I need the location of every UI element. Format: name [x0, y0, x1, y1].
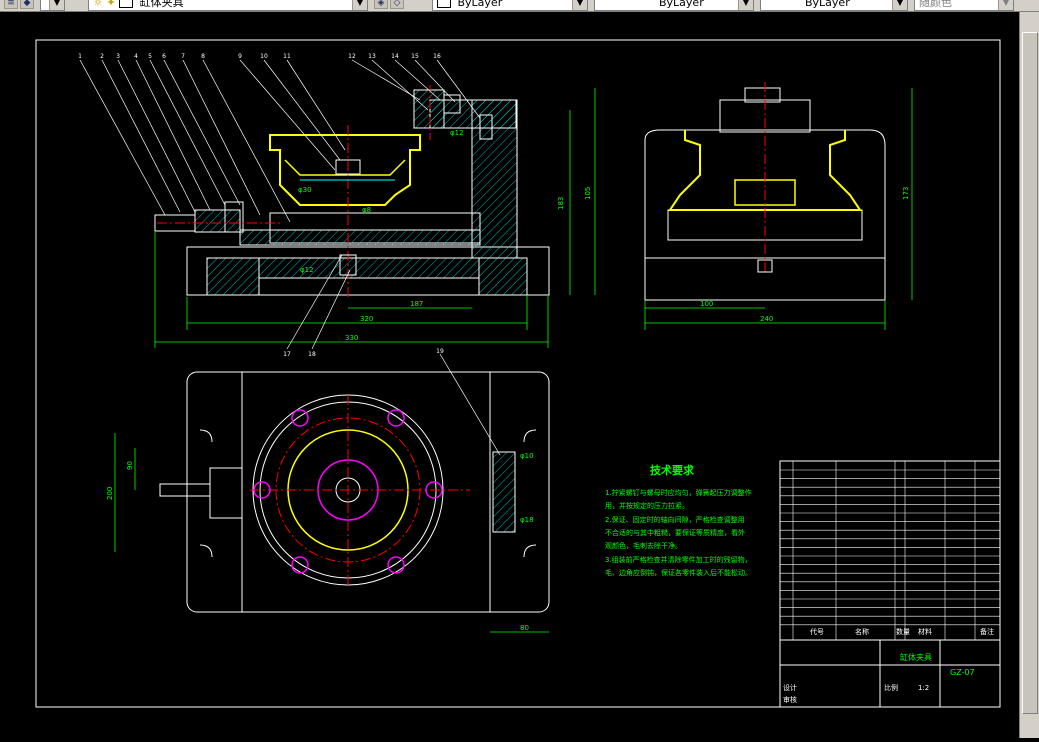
balloon-label: 10 — [260, 53, 268, 60]
layer-previous-icon[interactable]: ◇ — [390, 0, 404, 9]
dim-label: 330 — [345, 334, 358, 342]
balloon-label: 18 — [308, 351, 316, 358]
balloon-label: 2 — [100, 53, 104, 60]
balloon-label: 11 — [283, 53, 291, 60]
balloon-label: 9 — [238, 53, 242, 60]
bom-header-qty: 数量 — [896, 627, 910, 636]
tech-note: 不合适的与其中粗糙，要保证等质精度，看外 — [605, 528, 745, 537]
sun-icon: ✦ — [106, 0, 116, 9]
plotstyle-combo[interactable]: 随颜色 ▼ — [914, 0, 1014, 11]
dim-label: 240 — [760, 315, 773, 323]
scale-value: 1:2 — [918, 684, 929, 692]
dim-label: φ8 — [362, 206, 371, 214]
dim-label: 320 — [360, 315, 373, 323]
tech-note: 用，并按规定的压力拉紧。 — [605, 501, 689, 510]
bom-header-material: 材料 — [918, 627, 932, 636]
dim-label: φ30 — [298, 186, 312, 194]
title-block: 代号 名称 数量 材料 备注 设计 审核 比例 1:2 缸体夹具 GZ-07 — [779, 460, 1001, 708]
chevron-down-icon: ▼ — [49, 0, 64, 10]
lineweight-combo[interactable]: ByLayer ▼ — [760, 0, 908, 11]
linetype-combo-value: ByLayer — [659, 0, 704, 9]
chevron-down-icon: ▼ — [572, 0, 587, 10]
layer-state-icon[interactable]: ◆ — [20, 0, 34, 9]
dim-label: φ12 — [450, 129, 464, 137]
balloon-label: 16 — [433, 53, 441, 60]
bom-header-name: 名称 — [855, 627, 869, 636]
balloon-label: 3 — [116, 53, 120, 60]
tech-title: 技术要求 — [650, 463, 695, 477]
bom-header-code: 代号 — [810, 627, 824, 636]
toolbar-icons-mid: ◈ ◇ — [374, 0, 406, 11]
chevron-down-icon: ▼ — [998, 0, 1013, 10]
balloon-label: 15 — [411, 53, 419, 60]
vertical-scrollbar[interactable] — [1019, 12, 1039, 738]
chevron-down-icon: ▼ — [738, 0, 753, 10]
scrollbar-thumb[interactable] — [1022, 32, 1038, 714]
dim-label: φ10 — [520, 452, 534, 460]
layer-combo[interactable]: ☼ ✦ 缸体夹具 ▼ — [88, 0, 368, 11]
balloon-label: 1 — [78, 53, 82, 60]
plan-view: 200 90 80 φ10 φ18 — [106, 371, 550, 633]
dim-label: φ18 — [520, 516, 534, 524]
make-current-icon[interactable]: ◈ — [374, 0, 388, 9]
properties-toolbar: ≡ ◆ ▼ ☼ ✦ 缸体夹具 ▼ ◈ ◇ ByLayer ▼ ByLayer ▼… — [0, 0, 1039, 12]
lightbulb-icon: ☼ — [93, 0, 103, 9]
tech-note: 1.拧紧螺钉与螺母时应均匀，弹簧起压力调整作 — [605, 488, 752, 497]
checker-label: 审核 — [783, 695, 797, 704]
dim-label: 200 — [106, 487, 114, 500]
bom-header-note: 备注 — [980, 627, 994, 636]
drawing-number: GZ-07 — [950, 668, 975, 677]
side-view: 100 240 173 — [644, 82, 913, 330]
balloon-label: 13 — [368, 53, 376, 60]
layer-manager-icon[interactable]: ≡ — [4, 0, 18, 9]
balloon-label: 17 — [283, 351, 291, 358]
designer-label: 设计 — [783, 683, 797, 692]
linetype-combo[interactable]: ByLayer ▼ — [594, 0, 754, 11]
toolbar-icons-left: ≡ ◆ — [4, 0, 36, 11]
balloon-label: 19 — [436, 348, 444, 355]
layer-prev-combo[interactable]: ▼ — [40, 0, 65, 11]
dim-label: 105 — [584, 187, 592, 200]
technical-requirements: 技术要求 1.拧紧螺钉与螺母时应均匀，弹簧起压力调整作 用，并按规定的压力拉紧。… — [605, 463, 752, 577]
balloon-label: 5 — [148, 53, 152, 60]
dim-label: 183 — [557, 197, 565, 210]
front-view: 320 330 187 φ12 φ30 φ8 φ12 183 105 1 2 3… — [78, 53, 596, 456]
balloon-label: 12 — [348, 53, 356, 60]
dim-label: φ12 — [300, 266, 314, 274]
scale-label: 比例 — [884, 683, 898, 692]
tech-note: 观颜色，毛刺去除干净。 — [605, 541, 682, 550]
balloon-label: 4 — [134, 53, 138, 60]
dim-label: 173 — [902, 187, 910, 200]
color-swatch-icon — [437, 0, 451, 8]
plotstyle-combo-value: 随颜色 — [919, 0, 952, 9]
drawing-canvas[interactable]: 320 330 187 φ12 φ30 φ8 φ12 183 105 1 2 3… — [0, 12, 1020, 738]
balloon-label: 8 — [201, 53, 205, 60]
color-combo-value: ByLayer — [457, 0, 503, 9]
balloon-label: 6 — [162, 53, 166, 60]
dim-label: 100 — [700, 300, 713, 308]
tech-note: 3.组装前严格检查并清除零件加工时的残留物， — [605, 555, 752, 564]
dim-label: 90 — [126, 461, 134, 470]
lineweight-combo-value: ByLayer — [805, 0, 850, 9]
layer-color-icon — [119, 0, 134, 8]
tech-note: 2.保证、固定时的轴向间隙，严格检查调整用 — [605, 515, 745, 524]
color-combo[interactable]: ByLayer ▼ — [432, 0, 588, 11]
cad-drawing: 320 330 187 φ12 φ30 φ8 φ12 183 105 1 2 3… — [35, 39, 1001, 708]
part-name: 缸体夹具 — [900, 652, 932, 662]
tech-note: 毛、边角应倒钝，保证各零件装入后不能松动。 — [605, 568, 752, 577]
chevron-down-icon: ▼ — [892, 0, 907, 10]
balloon-label: 14 — [391, 53, 399, 60]
dim-label: 80 — [520, 624, 529, 632]
drawing-border — [35, 39, 1001, 708]
chevron-down-icon: ▼ — [352, 0, 367, 10]
balloon-label: 7 — [181, 53, 185, 60]
layer-combo-value: 缸体夹具 — [139, 0, 184, 9]
dim-label: 187 — [410, 300, 423, 308]
